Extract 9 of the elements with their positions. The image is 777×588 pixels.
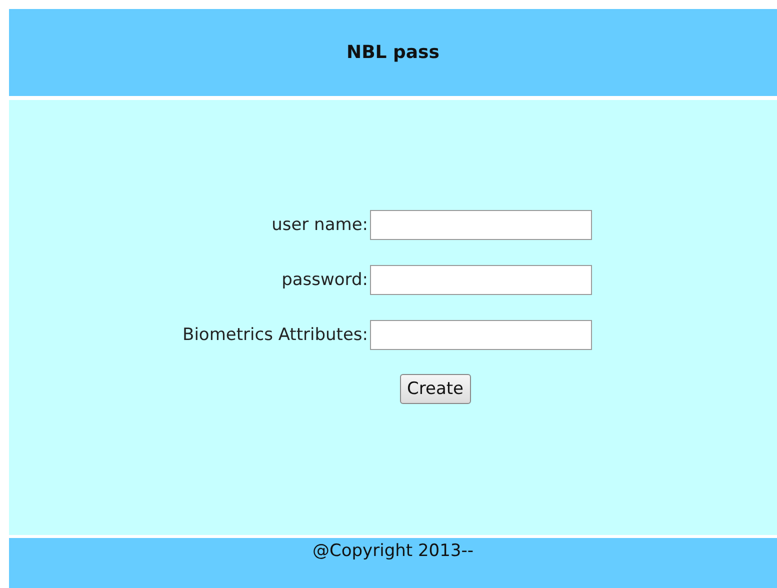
input-field[interactable] (370, 265, 592, 295)
input-field[interactable] (370, 320, 592, 350)
field-label: Biometrics Attributes: (182, 325, 368, 345)
field-label: password: (280, 270, 368, 290)
field-label: user name: (270, 215, 368, 235)
page-title: NBL pass (346, 42, 440, 63)
input-field[interactable] (370, 210, 592, 240)
copyright-text: @Copyright 2013-- (312, 540, 474, 561)
create-button[interactable]: Create (400, 374, 470, 404)
